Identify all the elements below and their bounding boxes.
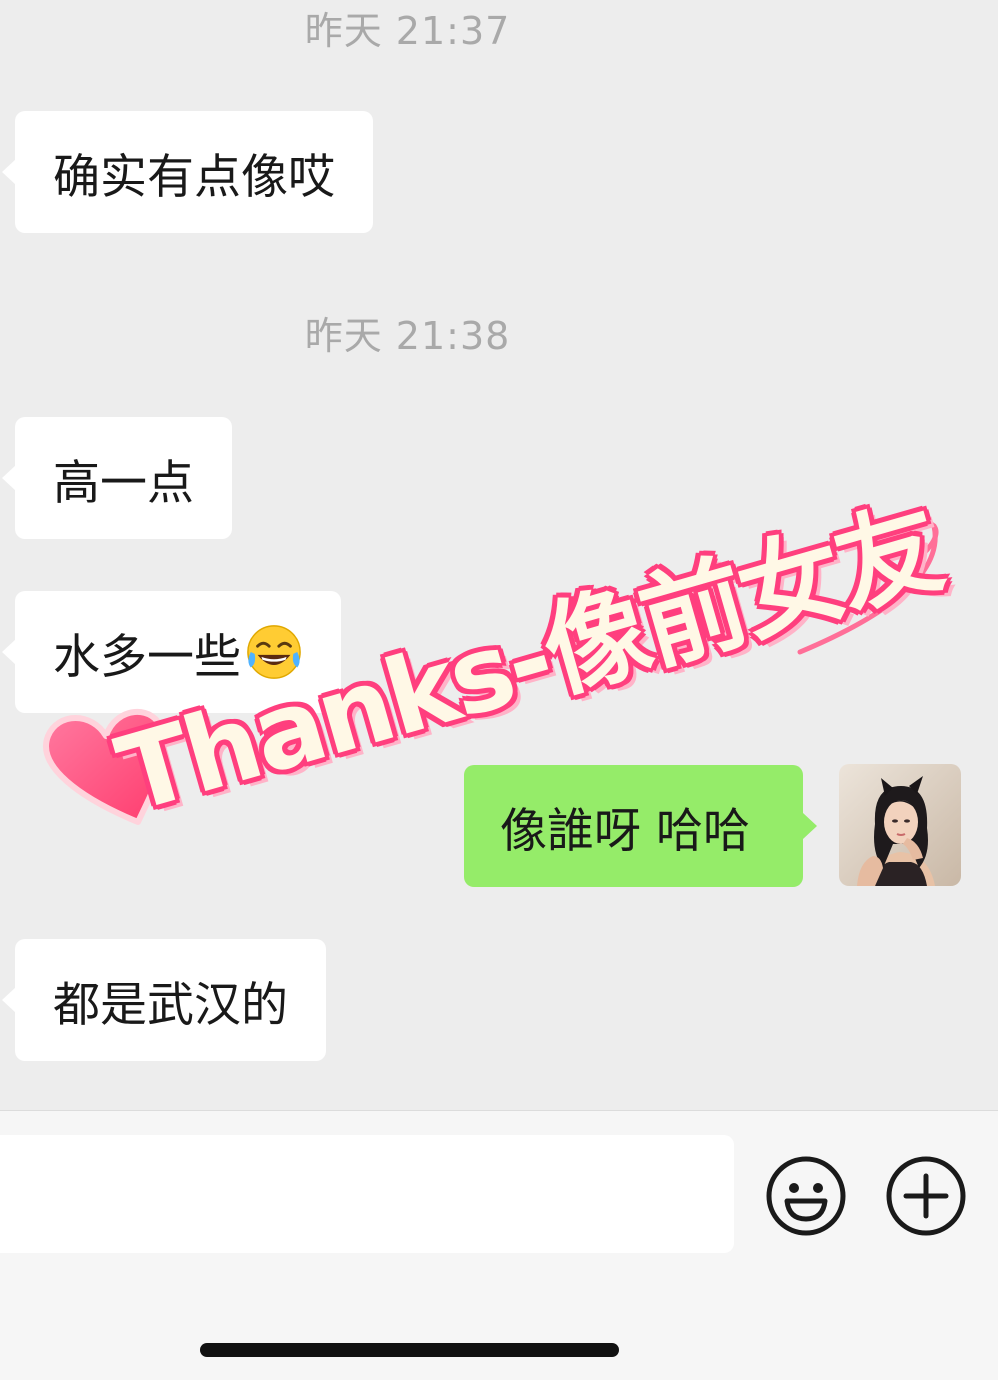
- user-avatar[interactable]: [839, 764, 961, 886]
- message-input-bar: [0, 1110, 998, 1380]
- tears-of-joy-emoji: [247, 625, 301, 679]
- message-text: 高一点: [53, 455, 194, 511]
- message-text: 像誰呀 哈哈: [500, 803, 750, 859]
- outgoing-message-bubble[interactable]: 像誰呀 哈哈: [464, 765, 817, 887]
- incoming-message-bubble[interactable]: 都是武汉的: [2, 939, 326, 1061]
- more-options-button[interactable]: [885, 1155, 967, 1237]
- incoming-message-bubble[interactable]: 水多一些: [2, 591, 341, 713]
- heart-outline-icon: [797, 520, 939, 655]
- message-input[interactable]: [0, 1135, 734, 1253]
- message-text: 水多一些: [53, 629, 241, 685]
- incoming-message-bubble[interactable]: 确实有点像哎: [2, 111, 373, 233]
- message-timestamp: 昨天 21:37: [304, 9, 511, 53]
- message-timestamp: 昨天 21:38: [304, 314, 511, 358]
- heart-icon: [43, 709, 167, 825]
- home-indicator[interactable]: [200, 1343, 619, 1357]
- incoming-message-bubble[interactable]: 高一点: [2, 417, 232, 539]
- emoji-button[interactable]: [765, 1155, 847, 1237]
- message-text: 确实有点像哎: [53, 149, 335, 205]
- plus-circle-icon: [886, 1156, 966, 1236]
- message-text: 都是武汉的: [53, 977, 288, 1033]
- chat-area[interactable]: 昨天 21:37 确实有点像哎 昨天 21:38 高一点 水多一些 像誰呀 哈哈: [0, 0, 998, 1110]
- smiley-face-icon: [766, 1156, 846, 1236]
- avatar-photo: [839, 764, 961, 886]
